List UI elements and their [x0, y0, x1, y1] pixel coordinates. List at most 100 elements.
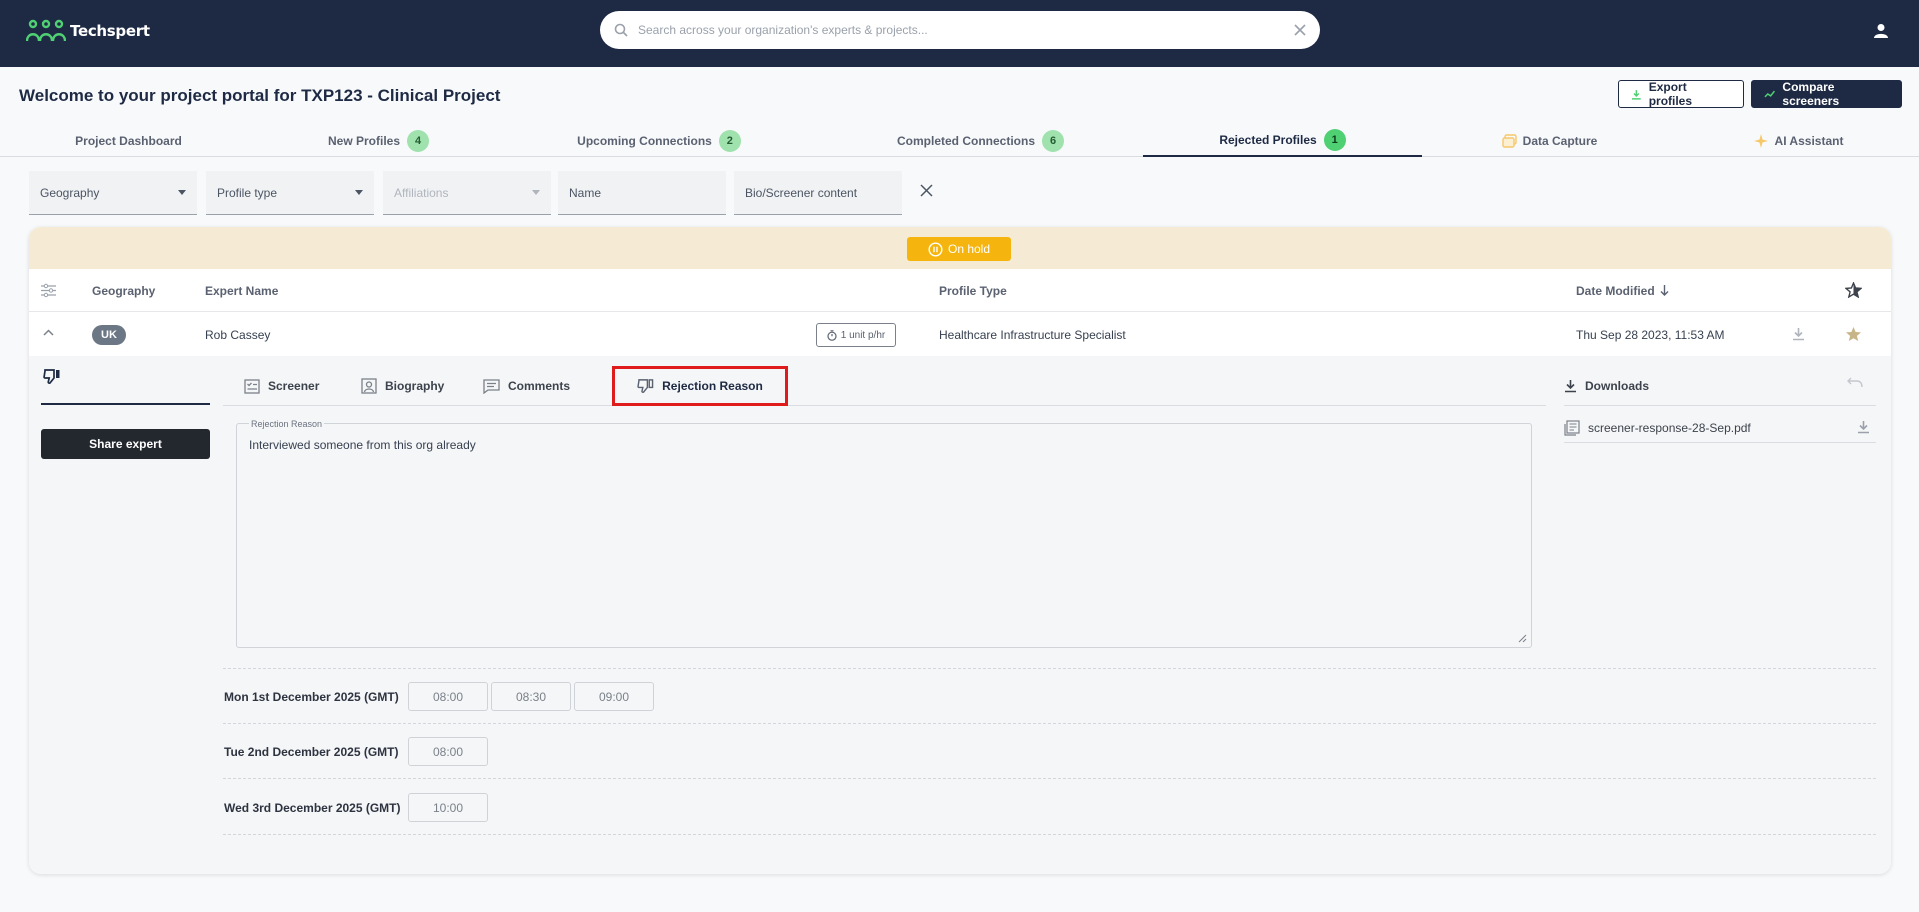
geography-column-header[interactable]: Geography — [92, 269, 155, 312]
export-profiles-button[interactable]: Export profiles — [1618, 80, 1744, 108]
table-header: Geography Expert Name Profile Type Date … — [29, 269, 1891, 312]
time-slot[interactable]: 08:00 — [408, 737, 488, 766]
export-profiles-label: Export profiles — [1648, 80, 1693, 108]
bio-screener-filter[interactable] — [734, 171, 902, 215]
download-file-icon[interactable] — [1857, 420, 1870, 434]
tab-label: Data Capture — [1522, 133, 1598, 148]
star-filter-icon[interactable] — [1845, 282, 1862, 298]
on-hold-badge: On hold — [907, 237, 1011, 261]
caret-down-icon — [355, 190, 363, 195]
tab-upcoming-connections[interactable]: Upcoming Connections 2 — [500, 124, 818, 157]
tab-ai-assistant[interactable]: AI Assistant — [1677, 124, 1919, 157]
tab-label: Upcoming Connections — [577, 133, 712, 148]
comments-icon — [483, 378, 500, 394]
time-slot[interactable]: 08:00 — [408, 682, 488, 711]
expert-name-column-header[interactable]: Expert Name — [205, 269, 278, 312]
download-icon[interactable] — [1792, 327, 1805, 341]
time-slot[interactable]: 08:30 — [491, 682, 571, 711]
sparkle-icon — [1753, 133, 1768, 148]
availability-date: Wed 3rd December 2025 (GMT) — [224, 801, 401, 815]
divider — [223, 778, 1876, 779]
geography-filter[interactable]: Geography — [29, 171, 197, 215]
unit-rate-label: 1 unit p/hr — [840, 329, 886, 341]
clear-filters-icon[interactable] — [920, 184, 933, 197]
project-tabs: Project Dashboard New Profiles 4 Upcomin… — [0, 124, 1919, 157]
search-input[interactable] — [638, 23, 1294, 37]
bio-screener-input[interactable] — [745, 185, 891, 200]
caret-down-icon — [178, 190, 186, 195]
techspert-logo[interactable]: Techspert — [26, 19, 150, 43]
tab-label: AI Assistant — [1774, 133, 1844, 148]
pause-icon — [928, 241, 943, 257]
availability-date: Tue 2nd December 2025 (GMT) — [224, 745, 399, 759]
geography-cell: UK — [92, 313, 126, 356]
tab-comments[interactable]: Comments — [483, 366, 570, 406]
profile-type-filter-label: Profile type — [217, 185, 278, 200]
caret-down-icon — [532, 190, 540, 195]
page-title: Welcome to your project portal for TXP12… — [19, 86, 501, 105]
biography-icon — [361, 378, 377, 394]
date-modified-column-header[interactable]: Date Modified — [1576, 269, 1669, 312]
tab-biography[interactable]: Biography — [361, 366, 444, 406]
people-logo-icon — [26, 19, 66, 42]
count-badge: 1 — [1323, 128, 1346, 151]
undo-icon[interactable] — [1847, 377, 1863, 388]
data-capture-icon — [1501, 133, 1517, 148]
global-search[interactable] — [600, 11, 1320, 49]
table-row[interactable]: UK Rob Cassey 1 unit p/hr Healthcare Inf… — [29, 313, 1891, 356]
on-hold-label: On hold — [947, 242, 991, 256]
tab-label: Rejection Reason — [662, 379, 763, 393]
name-filter[interactable] — [558, 171, 726, 215]
user-account-icon[interactable] — [1872, 22, 1890, 40]
compare-icon — [1764, 90, 1776, 98]
unit-rate-badge: 1 unit p/hr — [816, 323, 896, 347]
profile-type-column-header[interactable]: Profile Type — [939, 269, 1007, 312]
tab-label: Completed Connections — [896, 133, 1035, 148]
tab-label: New Profiles — [327, 133, 401, 148]
share-expert-button[interactable]: Share expert — [41, 429, 210, 459]
rejection-reason-text: Interviewed someone from this org alread… — [249, 438, 476, 452]
stopwatch-icon — [827, 329, 837, 341]
divider — [223, 723, 1876, 724]
availability-date: Mon 1st December 2025 (GMT) — [224, 690, 399, 704]
geography-badge: UK — [92, 324, 126, 345]
tab-completed-connections[interactable]: Completed Connections 6 — [818, 124, 1143, 157]
sort-arrow-down-icon — [1660, 285, 1669, 296]
tab-screener[interactable]: Screener — [244, 366, 319, 406]
resize-handle-icon[interactable] — [1518, 634, 1527, 643]
tab-project-dashboard[interactable]: Project Dashboard — [0, 124, 257, 157]
column-settings-icon[interactable] — [40, 283, 57, 298]
download-file-row[interactable]: screener-response-28-Sep.pdf — [1564, 413, 1876, 443]
downloads-label: Downloads — [1585, 378, 1650, 393]
profile-type-filter[interactable]: Profile type — [206, 171, 374, 215]
name-input[interactable] — [569, 185, 715, 200]
tab-label: Project Dashboard — [75, 133, 182, 148]
rejected-side-tab[interactable] — [41, 368, 210, 405]
rejection-reason-label: Rejection Reason — [249, 419, 325, 429]
star-icon[interactable] — [1845, 326, 1862, 342]
profile-type-cell: Healthcare Infrastructure Specialist — [939, 327, 1126, 342]
affiliations-filter[interactable]: Affiliations — [383, 171, 551, 215]
tab-new-profiles[interactable]: New Profiles 4 — [257, 124, 500, 157]
affiliations-filter-label: Affiliations — [394, 185, 449, 200]
chevron-up-icon[interactable] — [43, 329, 54, 336]
thumbs-down-icon — [637, 379, 654, 393]
clear-search-icon[interactable] — [1294, 24, 1306, 36]
tab-data-capture[interactable]: Data Capture — [1422, 124, 1677, 157]
compare-screeners-label: Compare screeners — [1782, 80, 1840, 108]
tab-rejected-profiles[interactable]: Rejected Profiles 1 — [1143, 124, 1422, 157]
download-icon — [1631, 89, 1641, 100]
detail-tabs: Screener Biography Comments Rejection Re… — [223, 366, 1546, 406]
tab-label: Rejected Profiles — [1219, 132, 1317, 147]
rejection-reason-field[interactable]: Rejection Reason Interviewed someone fro… — [236, 419, 1532, 648]
tab-rejection-reason[interactable]: Rejection Reason — [612, 366, 788, 406]
count-badge: 6 — [1042, 129, 1064, 152]
expanded-profile-panel: Share expert Screener Biography Comments… — [29, 356, 1891, 874]
expert-name-cell[interactable]: Rob Cassey — [205, 313, 270, 356]
file-name: screener-response-28-Sep.pdf — [1588, 420, 1751, 435]
time-slot[interactable]: 09:00 — [574, 682, 654, 711]
compare-screeners-button[interactable]: Compare screeners — [1751, 80, 1902, 108]
tab-label: Screener — [268, 379, 320, 393]
time-slot[interactable]: 10:00 — [408, 793, 488, 822]
tab-label: Biography — [385, 379, 445, 393]
